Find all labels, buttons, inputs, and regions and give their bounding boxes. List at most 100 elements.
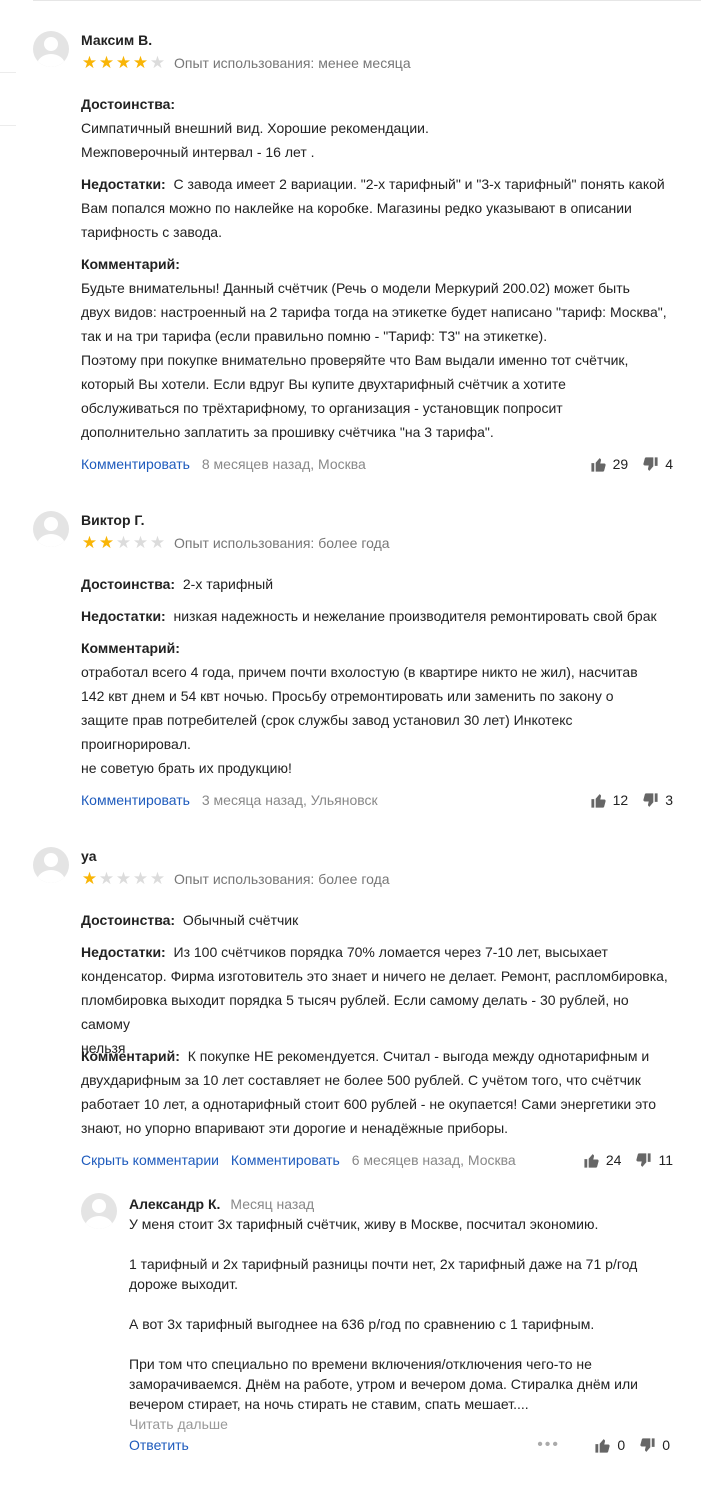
hide-comments-link[interactable]: Скрыть комментарии	[81, 1152, 219, 1168]
cons-text: низкая надежность и нежелание производит…	[173, 608, 657, 624]
top-divider	[33, 0, 701, 1]
like-count: 0	[617, 1437, 626, 1453]
review-card: Максим В. ★ ★ ★ ★ ★ Опыт использования: мене…	[33, 31, 693, 481]
star-rating: ★ ★ ★ ★ ★	[81, 534, 166, 552]
votes: 29 4	[576, 452, 673, 476]
star-rating: ★ ★ ★ ★ ★	[81, 870, 166, 888]
star-filled-icon: ★	[81, 53, 98, 72]
comment-section: Комментарий: отработал всего 4 года, при…	[81, 636, 681, 780]
rating-row: ★ ★ ★ ★ ★ Опыт использования: менее месяца	[81, 54, 411, 72]
usage-experience: Опыт использования: более года	[174, 535, 390, 551]
star-filled-icon: ★	[132, 53, 149, 72]
answer-link[interactable]: Ответить	[129, 1437, 189, 1453]
reply-author-row: Александр К. Месяц назад	[129, 1195, 314, 1213]
read-more-link[interactable]: Читать дальше	[129, 1414, 228, 1434]
dislike-button[interactable]: 0	[639, 1433, 670, 1457]
cons-section: Недостатки: Из 100 счётчиков порядка 70%…	[81, 940, 681, 1060]
star-empty-icon: ★	[149, 869, 166, 888]
comment-label: Комментарий:	[81, 640, 180, 656]
reply-time: Месяц назад	[230, 1196, 315, 1212]
review-author[interactable]: ya	[81, 847, 97, 865]
review-author[interactable]: Виктор Г.	[81, 511, 144, 529]
pros-section: Достоинства: Обычный счётчик	[81, 908, 681, 932]
comment-section: Комментарий: Будьте внимательны! Данный …	[81, 252, 681, 444]
thumbs-up-icon	[595, 1438, 611, 1453]
dislike-button[interactable]: 4	[642, 452, 673, 476]
star-empty-icon: ★	[132, 869, 149, 888]
star-empty-icon: ★	[132, 533, 149, 552]
like-button[interactable]: 24	[583, 1148, 622, 1172]
comment-link[interactable]: Комментировать	[81, 456, 190, 472]
star-empty-icon: ★	[98, 869, 115, 888]
comment-label: Комментарий:	[81, 256, 180, 272]
thumbs-up-icon	[591, 793, 606, 808]
reply-text: У меня стоит 3х тарифный счётчик, живу в…	[129, 1216, 638, 1412]
pros-label: Достоинства:	[81, 576, 176, 592]
avatar	[33, 847, 69, 883]
comment-text: отработал всего 4 года, причем почти вхо…	[81, 664, 638, 776]
cons-text: С завода имеет 2 вариации. "2-х тарифный…	[81, 176, 665, 240]
like-count: 24	[605, 1152, 622, 1168]
star-rating: ★ ★ ★ ★ ★	[81, 54, 166, 72]
cons-text: Из 100 счётчиков порядка 70% ломается че…	[81, 944, 668, 1056]
review-card: Виктор Г. ★ ★ ★ ★ ★ Опыт использования: боле…	[33, 511, 693, 811]
votes: 24 11	[569, 1148, 673, 1172]
like-button[interactable]: 0	[594, 1433, 625, 1457]
like-button[interactable]: 12	[590, 788, 629, 812]
usage-experience: Опыт использования: менее месяца	[174, 55, 411, 71]
pros-text: Симпатичный внешний вид. Хорошие рекомен…	[81, 120, 429, 160]
star-filled-icon: ★	[115, 53, 132, 72]
like-button[interactable]: 29	[590, 452, 629, 476]
thumbs-down-icon	[636, 1152, 652, 1167]
star-empty-icon: ★	[115, 869, 132, 888]
dislike-button[interactable]: 11	[635, 1148, 673, 1172]
review-date-location: 6 месяцев назад, Москва	[351, 1152, 516, 1168]
rating-row: ★ ★ ★ ★ ★ Опыт использования: более года	[81, 534, 390, 552]
cons-section: Недостатки: низкая надежность и нежелани…	[81, 604, 681, 628]
avatar	[33, 511, 69, 547]
like-count: 12	[612, 792, 629, 808]
pros-label: Достоинства:	[81, 912, 176, 928]
star-filled-icon: ★	[98, 533, 115, 552]
avatar	[33, 31, 69, 67]
review-actions: Комментировать 8 месяцев назад, Москва 2…	[81, 452, 673, 476]
cons-label: Недостатки:	[81, 176, 166, 192]
star-empty-icon: ★	[115, 533, 132, 552]
star-empty-icon: ★	[149, 533, 166, 552]
star-filled-icon: ★	[98, 53, 115, 72]
review-actions: Комментировать 3 месяца назад, Ульяновск…	[81, 788, 673, 812]
cons-label: Недостатки:	[81, 944, 166, 960]
like-count: 29	[612, 456, 629, 472]
reply-comment: Александр К. Месяц назад У меня стоит 3х …	[81, 1193, 681, 1463]
thumbs-down-icon	[640, 1437, 655, 1452]
votes: 12 3	[576, 788, 673, 812]
review-author[interactable]: Максим В.	[81, 31, 152, 49]
avatar	[81, 1193, 117, 1229]
thumbs-down-icon	[643, 456, 658, 471]
review-card: ya ★ ★ ★ ★ ★ Опыт использования: более года …	[33, 847, 693, 1177]
review-date-location: 3 месяца назад, Ульяновск	[201, 792, 378, 808]
cons-section: Недостатки: С завода имеет 2 вариации. "…	[81, 172, 681, 244]
review-actions: Скрыть комментарии Комментировать 6 меся…	[81, 1148, 673, 1172]
comment-text: Будьте внимательны! Данный счётчик (Речь…	[81, 280, 667, 440]
star-empty-icon: ★	[149, 53, 166, 72]
comment-section: Комментарий: К покупке НЕ рекомендуется.…	[81, 1044, 681, 1140]
pros-section: Достоинства: Симпатичный внешний вид. Хо…	[81, 92, 681, 164]
pros-text: Обычный счётчик	[182, 912, 299, 928]
votes: 0 0	[580, 1433, 670, 1457]
left-edge-panel	[0, 72, 16, 126]
reply-author[interactable]: Александр К.	[129, 1196, 220, 1212]
star-filled-icon: ★	[81, 869, 98, 888]
review-date-location: 8 месяцев назад, Москва	[201, 456, 366, 472]
rating-row: ★ ★ ★ ★ ★ Опыт использования: более года	[81, 870, 390, 888]
thumbs-down-icon	[643, 792, 658, 807]
comment-link[interactable]: Комментировать	[231, 1152, 340, 1168]
comment-link[interactable]: Комментировать	[81, 792, 190, 808]
dislike-count: 0	[662, 1437, 670, 1453]
usage-experience: Опыт использования: более года	[174, 871, 390, 887]
dislike-button[interactable]: 3	[642, 788, 673, 812]
more-options-icon[interactable]: •••	[537, 1433, 560, 1457]
pros-text: 2-х тарифный	[182, 576, 274, 592]
comment-label: Комментарий:	[81, 1048, 180, 1064]
dislike-count: 3	[665, 792, 673, 808]
